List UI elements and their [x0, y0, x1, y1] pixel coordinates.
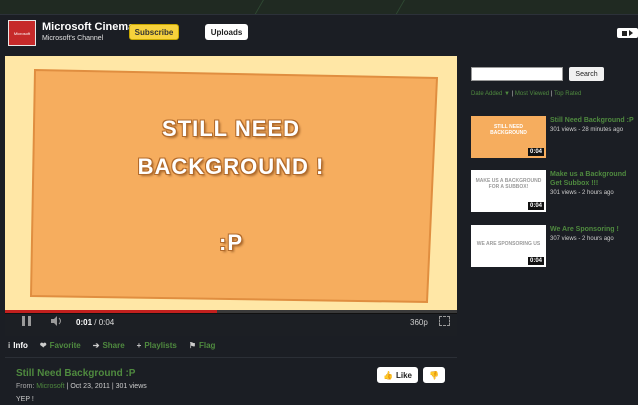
pause-icon[interactable] [22, 316, 31, 326]
progress-fill [5, 310, 218, 313]
related-video-views: 301 views - 28 minutes ago [550, 127, 624, 133]
time-separator: / [92, 318, 99, 327]
related-video-item[interactable]: STILL NEED BACKGROUND 0:04 Still Need Ba… [471, 116, 638, 160]
related-video-title[interactable]: We Are Sponsoring ! [550, 225, 619, 234]
tab-share[interactable]: ➔ Share [93, 341, 125, 350]
top-background [0, 0, 638, 14]
video-title: Still Need Background :P [16, 368, 136, 379]
duration-badge: 0:04 [527, 257, 544, 265]
video-description: YEP ! [16, 396, 34, 403]
sort-options: Date Added ▼ | Most Viewed | Top Rated [471, 91, 582, 97]
related-video-title[interactable]: Make us a Background [550, 170, 626, 179]
video-text-line-2: BACKGROUND ! [137, 154, 325, 179]
tabs-divider [5, 357, 457, 358]
related-video-item[interactable]: MAKE US A BACKGROUND FOR A SUBBOX! 0:04 … [471, 170, 638, 214]
channel-name: Microsoft Cinema [42, 21, 135, 33]
video-text-line-3: :P [219, 230, 243, 255]
info-icon: i [8, 340, 11, 350]
like-button[interactable]: 👍 Like [377, 367, 418, 383]
uploads-button[interactable]: Uploads [205, 24, 248, 40]
plus-icon: + [136, 340, 142, 350]
sort-date-added[interactable]: Date Added [471, 91, 502, 97]
search-button[interactable]: Search [569, 67, 604, 81]
thumbs-down-icon: 👎 [429, 370, 439, 380]
quality-selector[interactable]: 360p [410, 318, 428, 327]
date-views: | Oct 23, 2011 | 301 views [64, 383, 147, 390]
related-video-views: 307 views - 2 hours ago [550, 236, 614, 242]
fullscreen-icon[interactable] [439, 316, 450, 326]
video-meta: From: Microsoft | Oct 23, 2011 | 301 vie… [16, 383, 147, 390]
player-controls [5, 312, 457, 336]
dislike-button[interactable]: 👎 [423, 367, 445, 383]
thumbnail-text: MAKE US A BACKGROUND FOR A SUBBOX! [475, 178, 542, 190]
related-video-item[interactable]: WE ARE SPONSORING US 0:04 We Are Sponsor… [471, 225, 638, 269]
volume-icon[interactable] [51, 316, 63, 326]
video-card-shape [29, 68, 439, 304]
related-video-title[interactable]: Still Need Background :P [550, 116, 634, 125]
from-label: From: [16, 383, 35, 390]
author-link[interactable]: Microsoft [36, 383, 64, 390]
thumbs-up-icon: 👍 [383, 370, 393, 380]
sort-most-viewed[interactable]: Most Viewed [515, 91, 549, 97]
video-thumbnail[interactable]: STILL NEED BACKGROUND 0:04 [471, 116, 546, 158]
duration-badge: 0:04 [527, 148, 544, 156]
flag-icon: ⚑ [188, 340, 196, 350]
tab-playlists[interactable]: + Playlists [137, 341, 177, 350]
view-toggle-icon[interactable] [617, 28, 638, 38]
video-player[interactable]: STILL NEED BACKGROUND ! :P [5, 56, 457, 312]
tab-info[interactable]: i Info [8, 341, 28, 350]
current-time: 0:01 [76, 318, 93, 327]
subscribe-button[interactable]: Subscribe [129, 24, 179, 40]
sort-top-rated[interactable]: Top Rated [554, 91, 581, 97]
thumbnail-text: WE ARE SPONSORING US [476, 241, 541, 247]
time-display: 0:01 / 0:04 [76, 318, 114, 327]
video-text-line-1: STILL NEED [162, 116, 300, 141]
thumbnail-text: STILL NEED BACKGROUND [490, 124, 527, 136]
duration-badge: 0:04 [527, 202, 544, 210]
tab-favorite[interactable]: ❤ Favorite [40, 341, 81, 350]
search-input[interactable] [471, 67, 563, 81]
progress-bar[interactable] [5, 310, 457, 313]
channel-logo[interactable]: Microsoft [8, 20, 36, 46]
duration: 0:04 [98, 318, 115, 327]
logo-text: Microsoft [13, 30, 31, 36]
video-tabs: i Info ❤ Favorite ➔ Share + Playlists ⚑ Flag [8, 339, 227, 351]
heart-icon: ❤ [39, 340, 47, 350]
share-arrow-icon: ➔ [92, 340, 100, 350]
tab-flag[interactable]: ⚑ Flag [189, 341, 216, 350]
related-video-views: 301 views - 2 hours ago [550, 190, 614, 196]
video-thumbnail[interactable]: WE ARE SPONSORING US 0:04 [471, 225, 546, 267]
related-video-title-line-2[interactable]: Get Subbox !!! [550, 179, 598, 188]
video-thumbnail[interactable]: MAKE US A BACKGROUND FOR A SUBBOX! 0:04 [471, 170, 546, 212]
channel-subtitle: Microsoft's Channel [42, 35, 104, 42]
